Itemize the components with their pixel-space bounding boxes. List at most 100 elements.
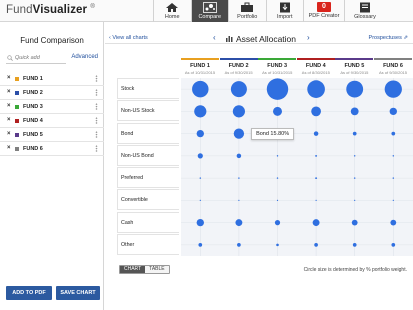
allocation-bubble[interactable] xyxy=(353,155,356,157)
drag-handle-icon[interactable] xyxy=(95,103,98,110)
drag-handle-icon[interactable] xyxy=(95,75,98,82)
nav-compare[interactable]: Compare xyxy=(190,0,228,22)
allocation-bubble[interactable] xyxy=(274,220,281,226)
allocation-bubble[interactable] xyxy=(276,155,279,157)
nav-glossary-label: Glossary xyxy=(354,14,376,20)
app-logo[interactable]: FundVisualizer ® xyxy=(6,4,95,16)
allocation-bubble[interactable] xyxy=(236,153,242,159)
top-bar: FundVisualizer ® Home Compare Portfolio … xyxy=(0,0,413,22)
view-all-charts-label: View all charts xyxy=(112,35,148,41)
fund-column-label: FUND 1 xyxy=(190,63,210,69)
fund-color-bar xyxy=(335,58,374,60)
allocation-bubble[interactable] xyxy=(230,81,247,98)
allocation-bubble[interactable] xyxy=(238,199,240,201)
drag-handle-icon[interactable] xyxy=(95,131,98,138)
drag-handle-icon[interactable] xyxy=(95,89,98,96)
allocation-bubble[interactable] xyxy=(276,243,279,247)
allocation-bubble[interactable] xyxy=(232,105,245,118)
remove-fund-icon[interactable]: × xyxy=(7,75,11,81)
allocation-bubble[interactable] xyxy=(311,106,321,117)
remove-fund-icon[interactable]: × xyxy=(7,117,11,123)
fund-list-item[interactable]: × FUND 6 xyxy=(0,142,104,156)
drag-handle-icon[interactable] xyxy=(95,145,98,152)
fund-color-bar xyxy=(296,58,335,60)
fund-as-of-date: As of 10/31/2015 xyxy=(262,70,293,75)
allocation-bubble[interactable] xyxy=(237,243,241,247)
allocation-bubble[interactable] xyxy=(266,78,289,100)
fund-list-item[interactable]: × FUND 1 xyxy=(0,72,104,86)
allocation-bubble[interactable] xyxy=(392,177,395,179)
allocation-bubble[interactable] xyxy=(272,106,283,116)
fund-name: FUND 1 xyxy=(23,76,43,82)
allocation-bubble[interactable] xyxy=(389,107,397,116)
main-nav: Home Compare Portfolio Import 0 PDF Crea… xyxy=(153,0,385,22)
remove-fund-icon[interactable]: × xyxy=(7,131,11,137)
allocation-bubble[interactable] xyxy=(315,199,317,201)
fund-list-item[interactable]: × FUND 4 xyxy=(0,114,104,128)
allocation-bubble[interactable] xyxy=(192,80,209,98)
chart-view-button[interactable]: CHART xyxy=(120,266,146,273)
prospectuses-link[interactable]: Prospectuses ⇗ xyxy=(369,35,408,41)
allocation-bubble[interactable] xyxy=(198,243,203,247)
nav-pdf-creator[interactable]: 0 PDF Creator xyxy=(303,0,344,22)
allocation-bubble[interactable] xyxy=(392,155,395,157)
add-to-pdf-button[interactable]: ADD TO PDF xyxy=(6,286,52,300)
allocation-bubble[interactable] xyxy=(238,177,240,179)
nav-home[interactable]: Home xyxy=(153,0,191,22)
allocation-bubble[interactable] xyxy=(276,177,279,179)
allocation-bubble[interactable] xyxy=(199,177,202,179)
allocation-bubble[interactable] xyxy=(313,131,319,136)
allocation-bubble[interactable] xyxy=(315,177,318,180)
allocation-bubble[interactable] xyxy=(390,219,397,226)
view-all-charts-link[interactable]: ‹ View all charts xyxy=(109,35,148,41)
allocation-bubble[interactable] xyxy=(352,131,357,136)
allocation-bubble[interactable] xyxy=(346,80,364,98)
allocation-bubble[interactable] xyxy=(235,219,243,227)
fund-color-bar xyxy=(219,58,258,60)
fund-color-swatch xyxy=(15,133,19,137)
allocation-bubble[interactable] xyxy=(194,105,207,118)
allocation-bubble[interactable] xyxy=(233,128,245,139)
fund-list-item[interactable]: × FUND 2 xyxy=(0,86,104,100)
allocation-bubble[interactable] xyxy=(352,243,357,247)
allocation-bubble[interactable] xyxy=(314,243,318,247)
allocation-bubble[interactable] xyxy=(196,218,204,227)
allocation-bubble[interactable] xyxy=(391,243,396,247)
quick-add: Advanced xyxy=(6,53,98,64)
chart-title-text: Asset Allocation xyxy=(236,34,297,44)
allocation-bubble[interactable] xyxy=(384,80,402,98)
sidebar-title: Fund Comparison xyxy=(20,36,84,45)
drag-handle-icon[interactable] xyxy=(95,117,98,124)
allocation-bubble[interactable] xyxy=(350,107,359,116)
allocation-bubble[interactable] xyxy=(391,131,396,136)
allocation-bubble[interactable] xyxy=(312,219,320,227)
fund-column-header: FUND 5 As of 9/30/2015 xyxy=(335,58,374,78)
fund-list-item[interactable]: × FUND 3 xyxy=(0,100,104,114)
quick-add-input[interactable] xyxy=(6,53,66,64)
previous-chart-arrow[interactable]: ‹ xyxy=(213,33,216,42)
nav-portfolio[interactable]: Portfolio xyxy=(228,0,266,22)
remove-fund-icon[interactable]: × xyxy=(7,103,11,109)
fund-column-header: FUND 3 As of 10/31/2015 xyxy=(258,58,297,78)
allocation-bubble[interactable] xyxy=(351,219,358,226)
nav-glossary[interactable]: Glossary xyxy=(344,0,385,22)
allocation-bubble[interactable] xyxy=(353,177,356,179)
remove-fund-icon[interactable]: × xyxy=(7,89,11,95)
allocation-bubble[interactable] xyxy=(199,199,201,201)
fund-list-item[interactable]: × FUND 5 xyxy=(0,128,104,142)
allocation-bubble[interactable] xyxy=(276,199,279,201)
allocation-bubble[interactable] xyxy=(307,80,325,98)
table-view-button[interactable]: TABLE xyxy=(145,266,169,273)
allocation-bubble[interactable] xyxy=(392,199,394,201)
allocation-bubble[interactable] xyxy=(354,199,356,201)
remove-fund-icon[interactable]: × xyxy=(7,145,11,151)
save-chart-button[interactable]: SAVE CHART xyxy=(56,286,100,300)
allocation-bubble[interactable] xyxy=(315,154,318,157)
advanced-search-link[interactable]: Advanced xyxy=(71,54,98,60)
fund-list: × FUND 1 × FUND 2 × FUND 3 × FUND 4 × FUND 5 × FUND… xyxy=(0,72,104,156)
next-chart-arrow[interactable]: › xyxy=(307,33,310,42)
allocation-bubble[interactable] xyxy=(196,129,204,138)
allocation-bubble[interactable] xyxy=(197,153,203,159)
fund-column-label: FUND 4 xyxy=(305,63,326,69)
nav-import[interactable]: Import xyxy=(265,0,304,22)
